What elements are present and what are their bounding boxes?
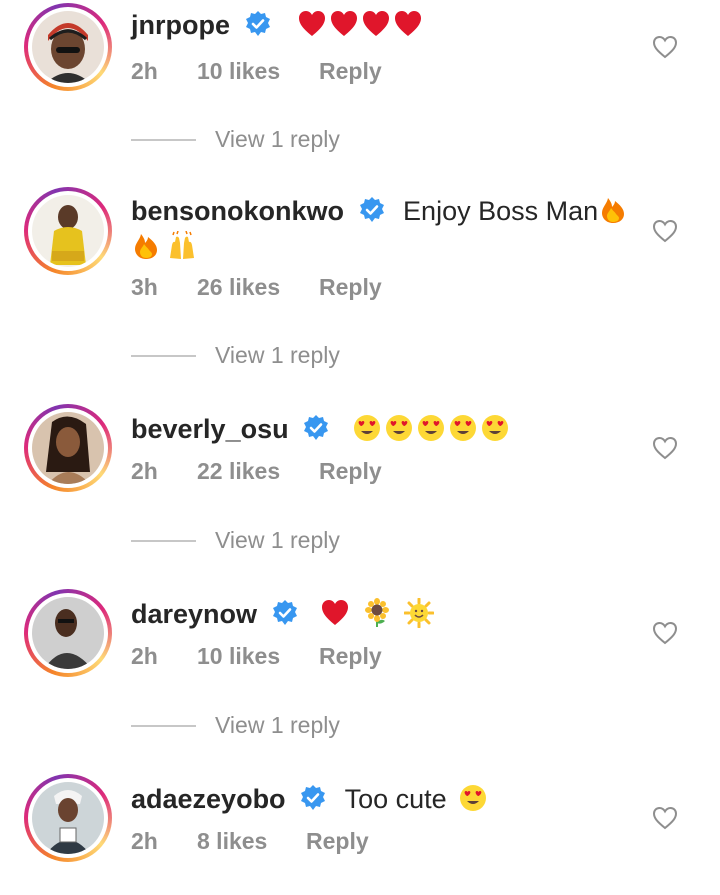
heart-outline-icon[interactable] [652,621,678,645]
comment-item: adaezeyobo Too cute 2h 8 likes Reply [0,774,720,866]
comment-text: Enjoy Boss Man [403,196,599,226]
comment-time: 2h [131,643,158,669]
comment-meta: 3h 26 likes Reply [131,273,382,301]
comment-meta: 2h 22 likes Reply [131,457,382,485]
heart-eyes-icon [385,415,412,441]
sun-with-face-icon [404,598,435,628]
comment-text: Too cute [344,784,447,814]
heart-eyes-icon [417,415,444,441]
comment-body: beverly_osu [131,411,631,447]
view-replies-label[interactable]: View 1 reply [215,526,340,554]
reply-button[interactable]: Reply [319,642,382,670]
comment-time: 2h [131,58,158,84]
comment-likes[interactable]: 22 likes [197,457,319,485]
comment-likes[interactable]: 8 likes [197,827,306,855]
comment-likes[interactable]: 10 likes [197,57,319,85]
comment-emojis [320,598,436,629]
divider [131,139,196,141]
comment-item: bensonokonkwo Enjoy Boss Man 3h 26 likes R… [0,187,720,307]
heart-outline-icon[interactable] [652,35,678,59]
username[interactable]: bensonokonkwo [131,196,344,226]
verified-badge-icon [304,415,329,440]
comment-item: dareynow 2h 10 likes Reply [0,589,720,681]
comment-body: dareynow [131,596,631,632]
comment-item: beverly_osu 2h 22 likes Reply [0,404,720,496]
comment-item: jnrpope 2h 10 likes Reply [0,3,720,95]
avatar-photo [32,11,104,83]
heart-outline-icon[interactable] [652,219,678,243]
avatar-story-ring[interactable] [24,187,112,275]
raising-hands-icon [170,231,194,259]
divider [131,725,196,727]
comment-meta: 2h 10 likes Reply [131,57,382,85]
avatar-photo [32,412,104,484]
username[interactable]: dareynow [131,599,257,629]
avatar [32,412,104,484]
red-heart-icon [322,600,349,625]
divider [131,355,196,357]
sunflower-icon [365,598,390,627]
avatar-photo [32,195,104,267]
verified-badge-icon [301,785,326,810]
comment-body: jnrpope [131,7,631,43]
comment-time: 2h [131,458,158,484]
view-replies-label[interactable]: View 1 reply [215,341,340,369]
fire-icon [135,234,157,259]
verified-badge-icon [359,197,384,222]
avatar [32,782,104,854]
comment-emojis [352,414,512,444]
username[interactable]: adaezeyobo [131,784,286,814]
comments-list: jnrpope 2h 10 likes Reply View 1 reply b… [0,0,720,895]
red-heart-icon [331,11,358,36]
view-replies-label[interactable]: View 1 reply [215,125,340,153]
red-heart-icon [395,11,422,36]
red-heart-icon [363,11,390,36]
avatar-photo [32,782,104,854]
avatar-story-ring[interactable] [24,774,112,862]
heart-eyes-icon [460,785,487,811]
reply-button[interactable]: Reply [319,457,382,485]
comment-time: 2h [131,828,158,854]
divider [131,540,196,542]
comment-likes[interactable]: 10 likes [197,642,319,670]
avatar-story-ring[interactable] [24,3,112,91]
avatar [32,195,104,267]
heart-eyes-icon [449,415,476,441]
reply-button[interactable]: Reply [319,273,382,301]
heart-outline-icon[interactable] [652,806,678,830]
username[interactable]: beverly_osu [131,414,289,444]
avatar [32,597,104,669]
avatar-story-ring[interactable] [24,404,112,492]
avatar [32,11,104,83]
heart-outline-icon[interactable] [652,436,678,460]
comment-meta: 2h 8 likes Reply [131,827,369,855]
avatar-photo [32,597,104,669]
comment-likes[interactable]: 26 likes [197,273,319,301]
username[interactable]: jnrpope [131,10,230,40]
reply-button[interactable]: Reply [319,57,382,85]
heart-eyes-icon [353,415,380,441]
heart-eyes-icon [481,415,508,441]
verified-badge-icon [245,11,270,36]
view-replies-label[interactable]: View 1 reply [215,711,340,739]
comment-emojis [297,10,425,40]
comment-body: adaezeyobo Too cute [131,781,631,817]
comment-time: 3h [131,274,158,300]
reply-button[interactable]: Reply [306,827,369,855]
verified-badge-icon [272,600,297,625]
fire-icon [602,198,625,223]
comment-meta: 2h 10 likes Reply [131,642,382,670]
red-heart-icon [299,11,326,36]
comment-body: bensonokonkwo Enjoy Boss Man [131,193,631,265]
avatar-story-ring[interactable] [24,589,112,677]
